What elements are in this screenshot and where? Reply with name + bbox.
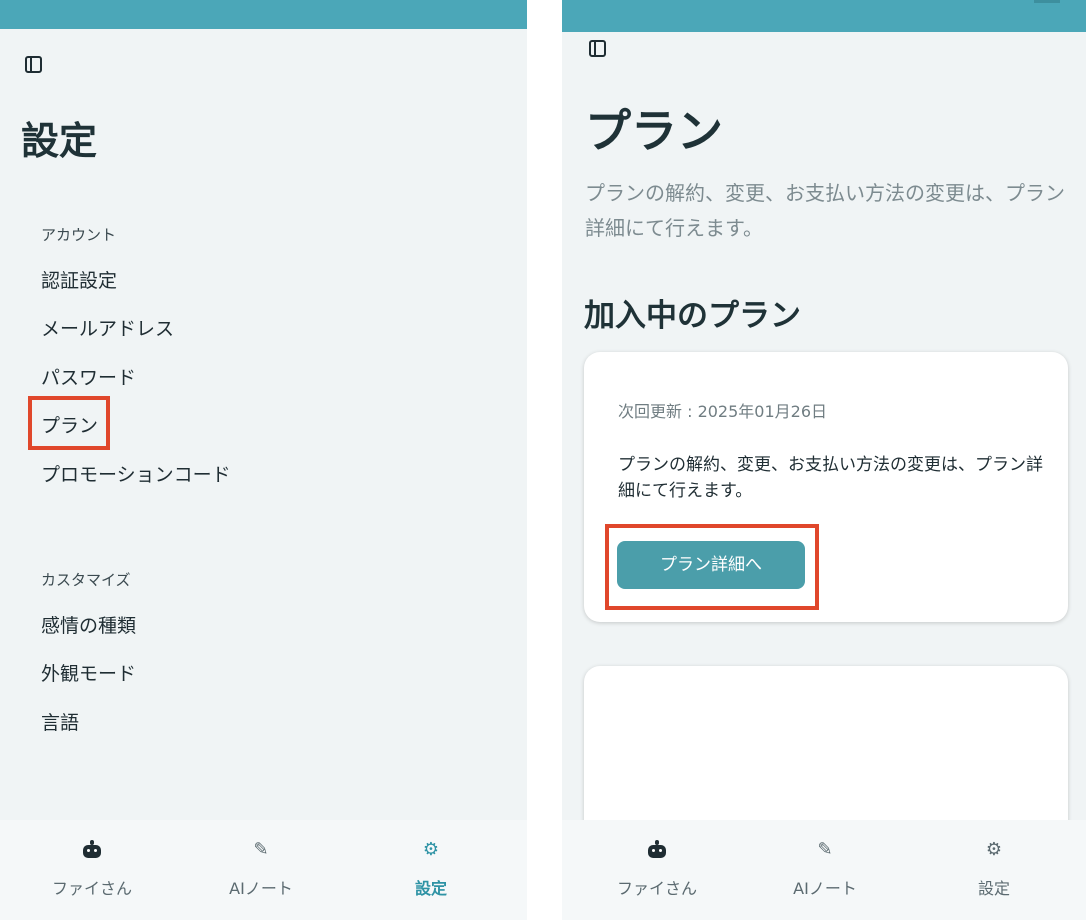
tab-label: AIノート — [793, 879, 857, 898]
tab-bar: ファイさん ✎ AIノート ⚙ 設定 — [0, 820, 527, 920]
current-plan-heading: 加入中のプラン — [584, 298, 801, 334]
gear-icon: ⚙ — [985, 839, 1003, 860]
button-highlight-box — [605, 524, 819, 610]
tab-label: 設定 — [414, 879, 447, 898]
edit-note-icon: ✎ — [253, 839, 269, 860]
tab-label: 設定 — [977, 879, 1010, 898]
tab-bar: ファイさん ✎ AIノート ⚙ 設定 — [562, 820, 1086, 920]
renewal-date: 次回更新 : 2025年01月26日 — [618, 402, 828, 421]
tab-ai-note[interactable]: ✎ AIノート — [201, 820, 321, 920]
gear-icon: ⚙ — [422, 839, 440, 860]
tab-fai-san[interactable]: ファイさん — [597, 820, 717, 920]
tab-settings[interactable]: ⚙ 設定 — [371, 820, 491, 920]
tab-settings[interactable]: ⚙ 設定 — [934, 820, 1054, 920]
menu-item-promo-code[interactable]: プロモーションコード — [41, 460, 231, 487]
tab-fai-san[interactable]: ファイさん — [32, 820, 152, 920]
plan-highlight-box — [28, 396, 110, 450]
settings-screen: 設定 アカウント 認証設定 メールアドレス パスワード プラン プロモーションコ… — [0, 0, 527, 920]
menu-item-password[interactable]: パスワード — [41, 363, 136, 390]
edit-note-icon: ✎ — [817, 839, 833, 860]
menu-item-email[interactable]: メールアドレス — [41, 314, 174, 341]
plan-description: プランの解約、変更、お支払い方法の変更は、プラン詳細にて行えます。 — [585, 181, 1065, 240]
tab-ai-note[interactable]: ✎ AIノート — [765, 820, 885, 920]
page-title: プラン — [585, 104, 723, 158]
plan-screen: プラン プランの解約、変更、お支払い方法の変更は、プラン詳細にて行えます。 加入… — [562, 0, 1086, 920]
robot-icon — [648, 840, 666, 860]
status-bar — [0, 0, 527, 29]
current-plan-card: 次回更新 : 2025年01月26日 プランの解約、変更、お支払い方法の変更は、… — [584, 352, 1068, 622]
page-title: 設定 — [21, 119, 98, 163]
menu-item-emotion-types[interactable]: 感情の種類 — [41, 611, 136, 638]
tab-label: ファイさん — [51, 879, 132, 898]
section-header-account: アカウント — [41, 226, 117, 244]
sidebar-toggle-icon[interactable] — [25, 56, 42, 73]
status-bar — [562, 0, 1086, 32]
tab-label: ファイさん — [616, 879, 697, 898]
tab-label: AIノート — [229, 879, 293, 898]
sidebar-toggle-icon[interactable] — [589, 40, 606, 57]
robot-icon — [83, 840, 101, 860]
section-header-customize: カスタマイズ — [41, 571, 131, 589]
menu-icon — [1034, 0, 1060, 3]
card-description: プランの解約、変更、お支払い方法の変更は、プラン詳細にて行えます。 — [618, 455, 1043, 501]
menu-item-appearance[interactable]: 外観モード — [41, 659, 136, 686]
menu-item-auth-settings[interactable]: 認証設定 — [41, 266, 117, 293]
menu-item-language[interactable]: 言語 — [41, 708, 79, 735]
